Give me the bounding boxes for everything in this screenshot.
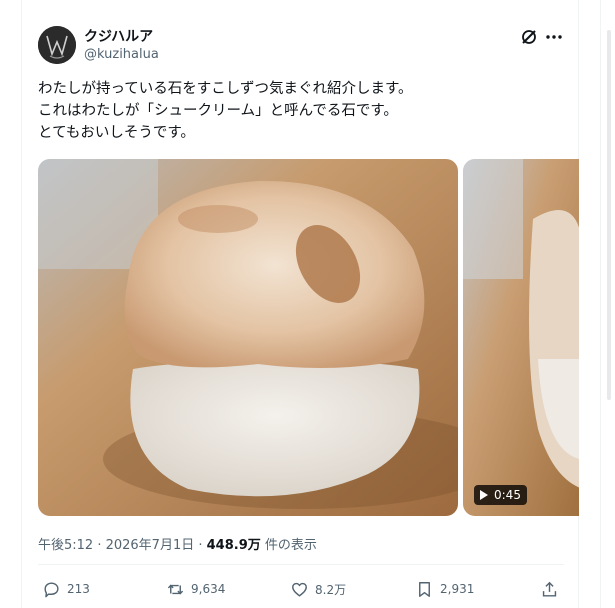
post-text-line: わたしが持っている石をすこしずつ気まぐれ紹介します。 [38,81,413,97]
reply-icon [44,581,59,597]
divider [38,564,564,565]
bookmark-button[interactable]: 2,931 [415,578,474,600]
grok-icon[interactable] [520,28,538,46]
post-text: わたしが持っている石をすこしずつ気まぐれ紹介します。 これはわたしが「シュークリ… [38,78,558,144]
play-icon [480,490,488,500]
post-text-line: とてもおいしそうです。 [38,125,195,141]
bookmark-icon [419,581,430,597]
views-count: 448.9万 [206,538,261,553]
post-photo[interactable] [38,159,458,516]
user-handle[interactable]: @kuzihalua [84,47,159,62]
scrollbar[interactable] [607,30,611,400]
post-text-line: これはわたしが「シュークリーム」と呼んでる石です。 [38,103,398,119]
views-label: 件の表示 [260,538,317,553]
reply-button[interactable]: 213 [42,578,90,600]
reply-count: 213 [67,582,90,596]
post-meta: 午後5:12 · 2026年7月1日 · 448.9万 件の表示 [38,534,317,553]
repost-count: 9,634 [191,582,226,596]
repost-button[interactable]: 9,634 [166,578,225,600]
more-icon[interactable] [544,28,564,46]
like-icon [292,582,307,597]
video-duration-badge: 0:45 [474,485,527,505]
display-name[interactable]: クジハルア [84,26,153,46]
repost-icon [167,584,184,594]
post-timestamp[interactable]: 午後5:12 · 2026年7月1日 · [38,538,207,553]
avatar[interactable] [38,26,76,64]
video-duration: 0:45 [494,488,521,502]
like-button[interactable]: 8.2万 [290,578,346,600]
share-icon [542,581,557,597]
like-count: 8.2万 [315,582,347,597]
share-button[interactable] [540,578,559,600]
post-video[interactable] [463,159,579,516]
bookmark-count: 2,931 [440,582,475,596]
